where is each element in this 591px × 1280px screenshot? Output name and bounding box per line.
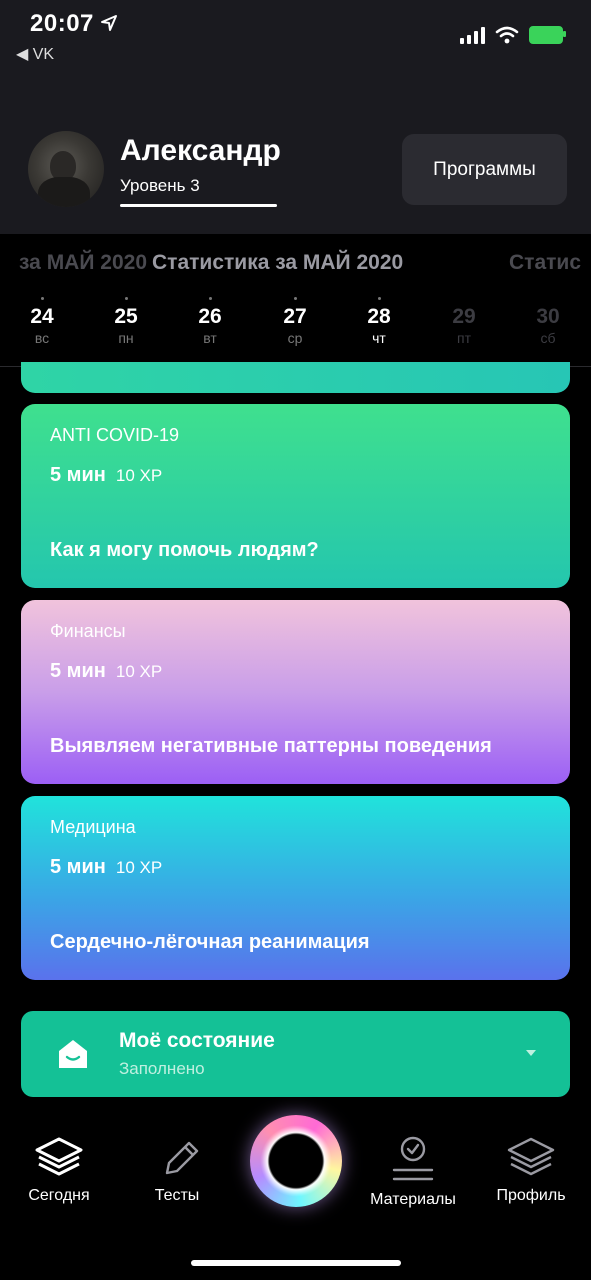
card-xp: 10 XP [115,466,163,485]
day-number: 29 [452,305,476,328]
tab-profile[interactable]: Профиль [476,1135,586,1205]
location-arrow-icon [101,15,117,31]
day-number: 28 [367,305,391,328]
day-29[interactable]: 29 пт [434,294,494,346]
tab-materials[interactable]: Материалы [358,1135,468,1209]
wifi-icon [495,26,519,44]
card-title: Как я могу помочь людям? [50,539,319,561]
back-to-app-link[interactable]: ◀ VK [16,44,54,64]
state-title: Моё состояние [119,1029,275,1052]
layers-icon [35,1137,83,1176]
card-title: Выявляем негативные паттерны поведения [50,735,492,757]
day-weekday: сб [540,330,556,346]
stats-title-current[interactable]: Статистика за МАЙ 2020 [152,251,403,275]
card-xp: 10 XP [115,662,163,681]
day-number: 26 [198,305,222,328]
day-24[interactable]: 24 вс [12,294,72,346]
programs-button[interactable]: Программы [402,134,567,205]
header-area: 20:07 ◀ VK Александр Уровень 3 Программы [0,0,591,234]
state-subtitle: Заполнено [119,1059,205,1078]
stats-carousel[interactable]: за МАЙ 2020 Статистика за МАЙ 2020 Стати… [0,234,591,294]
home-indicator[interactable] [191,1260,401,1266]
checklist-icon [392,1136,434,1181]
layers-outline-icon [507,1137,555,1176]
lesson-card[interactable]: Финансы 5 мин 10 XP Выявляем негативные … [21,600,570,784]
tab-tests[interactable]: Тесты [122,1135,232,1205]
user-name: Александр [120,134,281,167]
day-number: 27 [283,305,307,328]
day-weekday: пт [457,330,471,346]
stats-title-next[interactable]: Статис [509,251,581,275]
card-category: Медицина [50,817,136,837]
cellular-signal-icon [460,26,485,44]
card-category: Финансы [50,621,126,641]
day-26[interactable]: 26 вт [180,294,240,346]
day-weekday: пн [118,330,134,346]
card-meta: 5 мин 10 XP [50,660,162,683]
envelope-open-icon [59,1040,87,1068]
battery-charging-icon [529,26,566,44]
chevron-down-icon[interactable] [525,1048,537,1058]
card-duration: 5 мин [50,856,106,878]
day-selector: 24 вс 25 пн 26 вт 27 ср 28 чт 29 пт 30 с… [0,294,591,366]
card-xp: 10 XP [115,858,163,877]
pencil-icon [165,1141,199,1175]
day-30[interactable]: 30 сб [518,294,578,346]
user-level: Уровень 3 [120,176,200,195]
my-state-panel[interactable]: Моё состояние Заполнено [21,1011,570,1097]
tab-label: Тесты [154,1187,200,1204]
day-28-selected[interactable]: 28 чт [349,294,409,346]
lesson-card[interactable]: ANTI COVID-19 5 мин 10 XP Как я могу пом… [21,404,570,588]
tab-bar: Сегодня Тесты Материалы Профиль [0,1105,591,1280]
day-25[interactable]: 25 пн [96,294,156,346]
stats-title-prev[interactable]: за МАЙ 2020 [19,251,147,275]
lesson-card-partial[interactable] [21,362,570,393]
card-meta: 5 мин 10 XP [50,856,162,879]
day-number: 24 [30,305,54,328]
status-icons [460,26,566,44]
tab-label: Профиль [496,1187,566,1204]
day-weekday: вт [203,330,217,346]
tab-today[interactable]: Сегодня [4,1135,114,1205]
lesson-card[interactable]: Медицина 5 мин 10 XP Сердечно-лёгочная р… [21,796,570,980]
level-progress-bar [120,204,277,207]
card-title: Сердечно-лёгочная реанимация [50,931,370,953]
avatar[interactable] [28,131,104,207]
tab-label: Материалы [370,1191,456,1208]
center-action-orb[interactable] [250,1115,342,1207]
card-category: ANTI COVID-19 [50,425,180,445]
card-duration: 5 мин [50,660,106,682]
card-meta: 5 мин 10 XP [50,464,162,487]
day-27[interactable]: 27 ср [265,294,325,346]
day-weekday: чт [372,330,386,346]
day-number: 25 [114,305,138,328]
day-weekday: ср [287,330,303,346]
day-number: 30 [536,305,560,328]
tab-label: Сегодня [28,1187,90,1204]
card-duration: 5 мин [50,464,106,486]
day-weekday: вс [34,330,50,346]
status-time: 20:07 [30,10,94,37]
